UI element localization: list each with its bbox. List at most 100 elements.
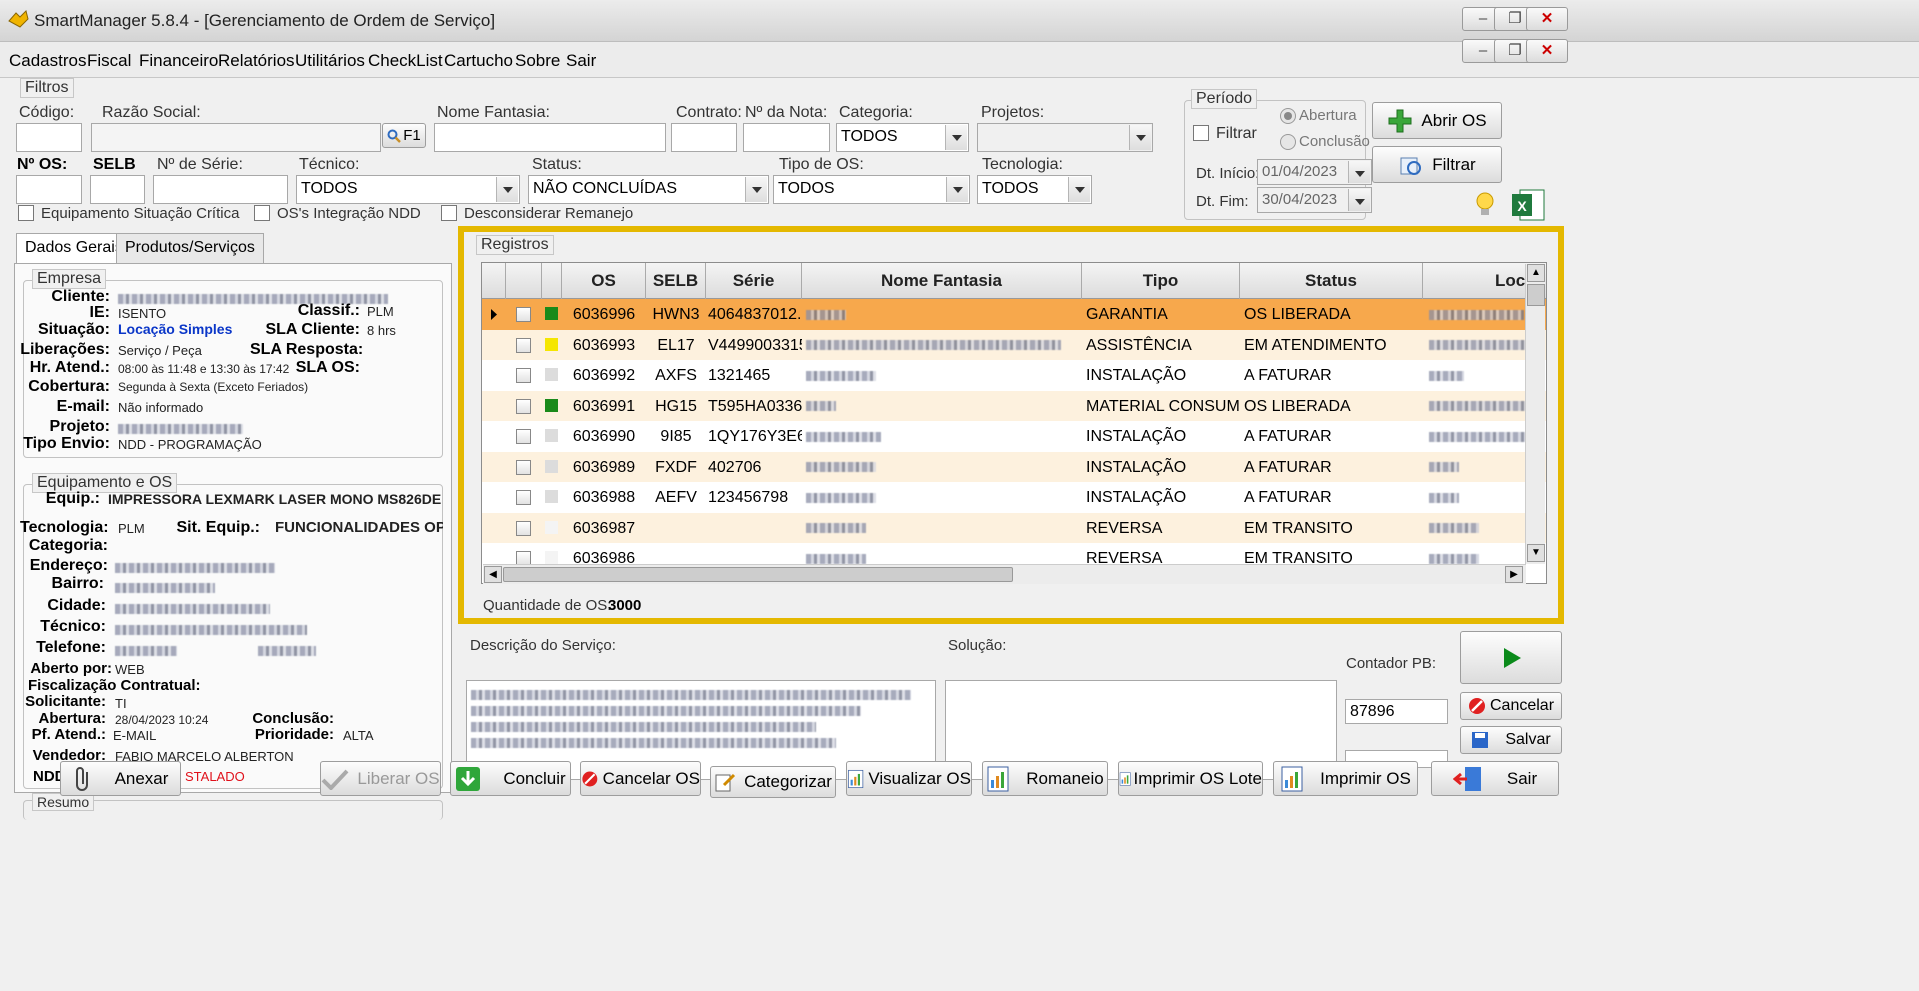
concluir-button[interactable]: Concluir: [450, 761, 571, 796]
dt-inicio-picker[interactable]: 01/04/2023: [1257, 159, 1372, 185]
classif-label: Classif.:: [297, 302, 360, 319]
categoria-select[interactable]: TODOS: [836, 123, 969, 152]
cancelar-label: Cancelar: [1489, 697, 1555, 714]
f1-button[interactable]: F1: [382, 123, 426, 148]
ndd-label: OS's Integração NDD: [277, 205, 421, 222]
download-icon: [456, 766, 481, 791]
imprimir-os-lote-button[interactable]: Imprimir OS Lote: [1118, 761, 1263, 796]
contrato-label: Contrato:: [676, 104, 742, 121]
sit-equip-label: Sit. Equip.:: [176, 519, 260, 536]
contrato-input[interactable]: [671, 123, 737, 152]
imprimir-os-button[interactable]: Imprimir OS: [1273, 761, 1418, 796]
cancelar-os-button[interactable]: Cancelar OS: [580, 761, 701, 796]
tipo-os-select[interactable]: TODOS: [773, 175, 970, 204]
menu-relatorios[interactable]: Relatórios: [218, 51, 295, 71]
close-button[interactable]: ✕: [1526, 7, 1568, 31]
solucao-label: Solução:: [948, 637, 1007, 654]
categorizar-button[interactable]: Categorizar: [710, 766, 836, 798]
menu-cartucho[interactable]: Cartucho: [444, 51, 513, 71]
cancel-icon: [1468, 698, 1485, 714]
hr-atend-value: 08:00 às 11:48 e 13:30 às 17:42: [118, 362, 290, 376]
liberacoes-value: Serviço / Peça: [118, 343, 202, 358]
app-icon: [8, 10, 29, 28]
endereco-value-redacted: [115, 559, 275, 574]
imprimir-os-label: Imprimir OS: [1320, 768, 1411, 788]
menu-cadastros[interactable]: Cadastros: [9, 51, 86, 71]
report-icon: [987, 766, 1009, 791]
solicitante-value: TI: [115, 696, 127, 711]
paperclip-icon: [75, 766, 88, 791]
visualizar-os-button[interactable]: Visualizar OS: [846, 761, 972, 796]
situacao-label: Situação:: [37, 321, 110, 338]
excel-icon[interactable]: X: [1510, 188, 1546, 222]
liberar-os-button[interactable]: Liberar OS: [320, 761, 441, 796]
status-label: Status:: [532, 156, 582, 173]
play-button[interactable]: [1460, 631, 1562, 684]
prioridade-label: Prioridade:: [254, 726, 334, 743]
menu-sair[interactable]: Sair: [566, 51, 596, 71]
lightbulb-icon[interactable]: [1474, 190, 1496, 220]
codigo-input[interactable]: [16, 123, 82, 152]
sair-button[interactable]: Sair: [1431, 761, 1559, 796]
status-select[interactable]: NÃO CONCLUÍDAS: [528, 175, 769, 204]
projetos-select[interactable]: [977, 123, 1153, 152]
selb-input[interactable]: [90, 175, 145, 204]
tecnico-value: TODOS: [301, 180, 358, 197]
romaneio-button[interactable]: Romaneio: [982, 761, 1108, 796]
dt-inicio-label: Dt. Início:: [1196, 165, 1260, 182]
hr-atend-label: Hr. Atend.:: [29, 359, 110, 376]
tipo-os-value: TODOS: [778, 180, 835, 197]
menu-financeiro[interactable]: Financeiro: [139, 51, 218, 71]
menu-sobre[interactable]: Sobre: [515, 51, 560, 71]
menu-utilitarios[interactable]: Utilitários: [295, 51, 365, 71]
menu-checklist[interactable]: CheckList: [368, 51, 443, 71]
calendar-dropdown-icon: [1348, 161, 1370, 183]
menu-fiscal[interactable]: Fiscal: [87, 51, 131, 71]
chevron-down-icon: [946, 177, 968, 202]
dt-fim-picker[interactable]: 30/04/2023: [1257, 187, 1372, 213]
cancelar-button[interactable]: Cancelar: [1460, 692, 1562, 720]
tecnologia-select[interactable]: TODOS: [977, 175, 1092, 204]
ie-value: ISENTO: [118, 306, 167, 321]
nos-input[interactable]: [16, 175, 82, 204]
tab-produtos-servicos[interactable]: Produtos/Serviços: [116, 233, 264, 263]
tecnologia-value: TODOS: [982, 180, 1039, 197]
telefone-label: Telefone:: [36, 639, 106, 656]
play-icon: [1504, 647, 1521, 668]
chevron-down-icon: [1129, 125, 1151, 150]
report-icon: [848, 769, 864, 788]
remanejo-label: Desconsiderar Remanejo: [464, 205, 634, 222]
report-icon: [1119, 771, 1131, 786]
salvar-label: Salvar: [1505, 731, 1551, 748]
tecnico-select[interactable]: TODOS: [296, 175, 520, 204]
tecnologia-info-value: PLM: [118, 521, 145, 536]
critica-checkbox[interactable]: [18, 205, 34, 221]
cancel-icon: [582, 771, 598, 786]
conclusao-radio[interactable]: [1280, 134, 1296, 150]
categoria-info-label: Categoria:: [28, 537, 108, 554]
telefone-value-redacted: [115, 642, 177, 657]
salvar-button[interactable]: Salvar: [1460, 726, 1562, 754]
abrir-os-label: Abrir OS: [1421, 110, 1487, 130]
conclusao-info-label: Conclusão:: [252, 710, 334, 727]
ndd-checkbox[interactable]: [254, 205, 270, 221]
serie-input[interactable]: [153, 175, 288, 204]
fantasia-input[interactable]: [434, 123, 666, 152]
filtrar-button[interactable]: Filtrar: [1372, 146, 1502, 183]
cidade-value-redacted: [115, 600, 270, 615]
remanejo-checkbox[interactable]: [441, 205, 457, 221]
ndd-info-value: STALADO: [185, 769, 245, 784]
endereco-label: Endereço:: [29, 557, 108, 574]
aberto-por-label: Aberto por:: [30, 660, 112, 677]
periodo-filtrar-checkbox[interactable]: [1193, 125, 1209, 141]
razao-input[interactable]: [91, 123, 381, 152]
email-value: Não informado: [118, 400, 204, 415]
tab-dados-gerais[interactable]: Dados Gerais: [16, 233, 132, 265]
nota-input[interactable]: [743, 123, 830, 152]
contador-input[interactable]: 87896: [1345, 699, 1448, 724]
mdi-close-button[interactable]: ✕: [1526, 39, 1568, 63]
nos-label: Nº OS:: [17, 156, 68, 173]
anexar-button[interactable]: Anexar: [60, 761, 181, 796]
abertura-radio[interactable]: [1280, 108, 1296, 124]
abrir-os-button[interactable]: Abrir OS: [1372, 102, 1502, 139]
